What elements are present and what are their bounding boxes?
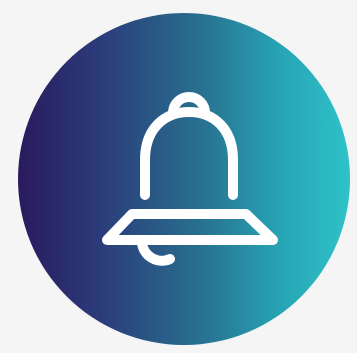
bell-icon: [102, 92, 278, 266]
bell-clapper: [137, 238, 175, 266]
bell-body: [140, 107, 238, 200]
notification-badge-canvas: [0, 0, 357, 353]
bell-base: [102, 209, 278, 245]
